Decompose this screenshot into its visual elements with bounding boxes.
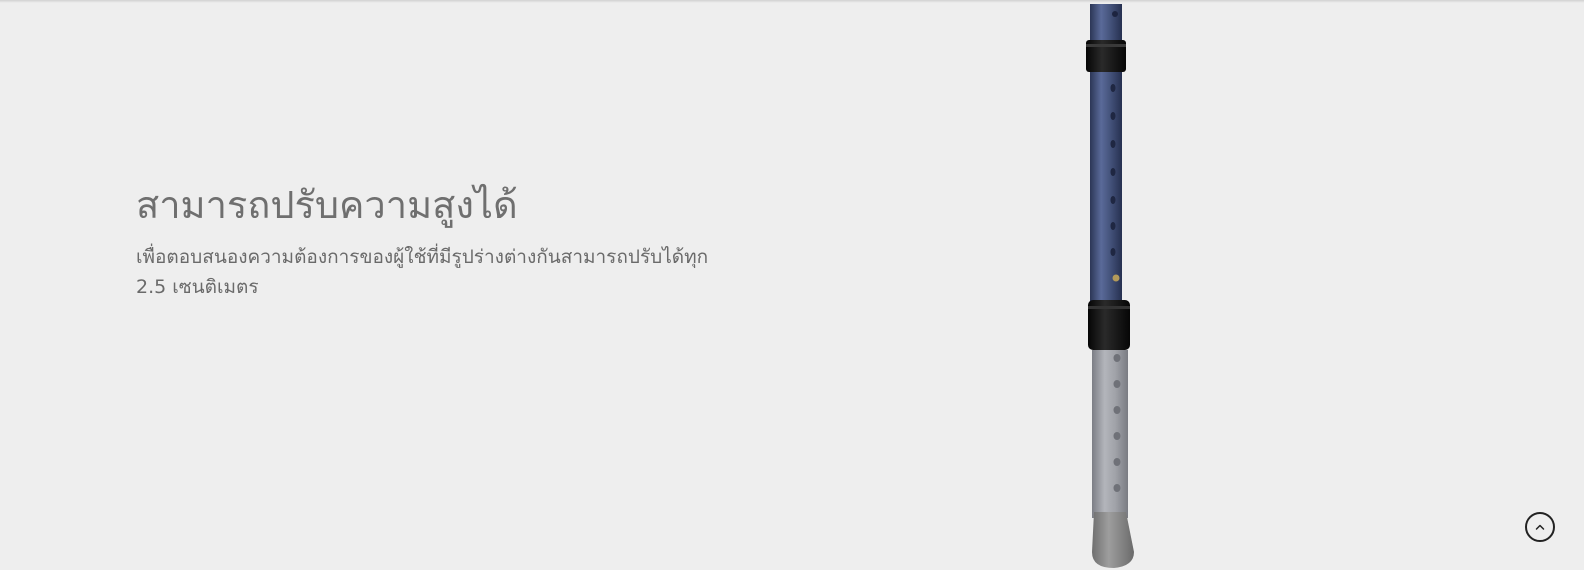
lower-tube: [1092, 350, 1128, 518]
feature-description: เพื่อตอบสนองความต้องการของผู้ใช้ที่มีรูป…: [136, 246, 709, 298]
feature-text-block: สามารถปรับความสูงได้ เพื่อตอบสนองความต้อ…: [136, 176, 736, 302]
push-button-pin: [1112, 274, 1120, 282]
header-shadow-divider: [0, 0, 1584, 3]
chevron-up-icon: [1535, 524, 1545, 530]
feature-title: สามารถปรับความสูงได้: [136, 183, 518, 227]
feature-section: สามารถปรับความสูงได้ เพื่อตอบสนองความต้อ…: [0, 0, 1584, 570]
crutch-product-image: [1086, 4, 1134, 568]
rubber-foot: [1092, 512, 1134, 568]
scroll-to-top-button[interactable]: [1525, 512, 1555, 542]
